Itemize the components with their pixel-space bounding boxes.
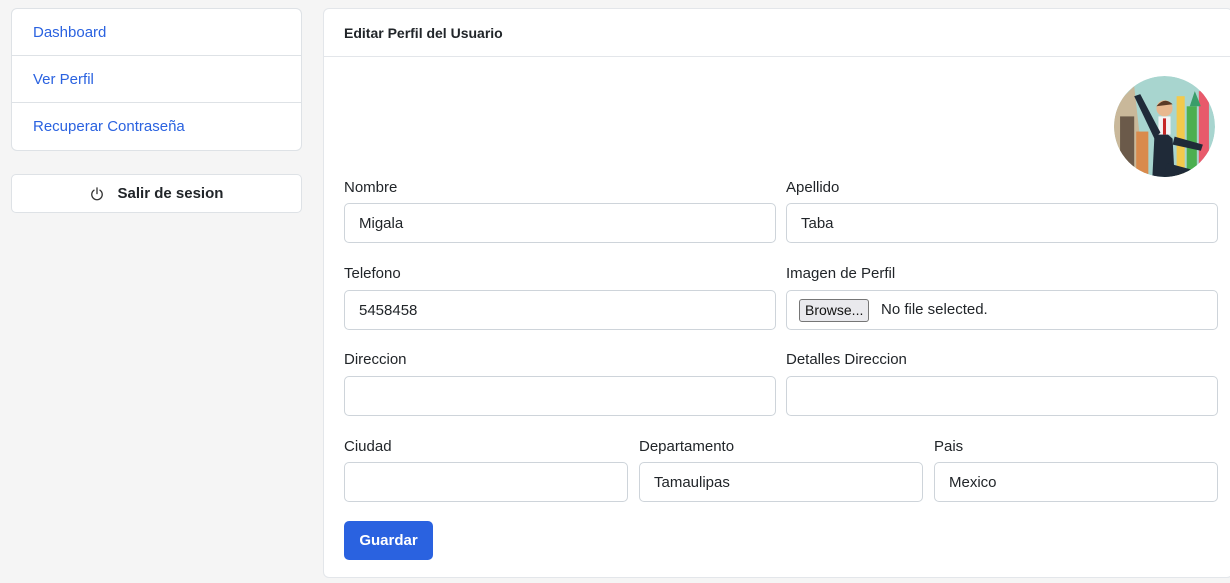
card-title: Editar Perfil del Usuario (324, 9, 1230, 57)
sidebar-item-ver-perfil[interactable]: Ver Perfil (12, 56, 301, 103)
sidebar-item-recuperar-contrasena[interactable]: Recuperar Contraseña (12, 103, 301, 150)
logout-label: Salir de sesion (117, 185, 224, 202)
telefono-input[interactable] (344, 290, 776, 330)
apellido-label: Apellido (786, 179, 840, 196)
sidebar-menu: Dashboard Ver Perfil Recuperar Contraseñ… (11, 8, 302, 151)
detalles-direccion-label: Detalles Direccion (786, 351, 907, 368)
logout-button[interactable]: Salir de sesion (11, 174, 302, 213)
imagen-perfil-label: Imagen de Perfil (786, 265, 896, 282)
apellido-input[interactable] (786, 203, 1218, 243)
detalles-direccion-input[interactable] (786, 376, 1218, 416)
direccion-input[interactable] (344, 376, 776, 416)
ciudad-label: Ciudad (344, 438, 392, 455)
save-button[interactable]: Guardar (344, 521, 433, 560)
pais-input[interactable] (934, 462, 1218, 502)
departamento-label: Departamento (639, 438, 735, 455)
browse-button[interactable]: Browse... (799, 299, 870, 322)
avatar (1114, 76, 1215, 177)
sidebar-item-dashboard[interactable]: Dashboard (12, 9, 301, 56)
nombre-input[interactable] (344, 203, 776, 243)
imagen-perfil-file-input[interactable]: Browse... No file selected. (786, 290, 1218, 330)
nombre-label: Nombre (344, 179, 398, 196)
file-status-text: No file selected. (881, 301, 988, 318)
pais-label: Pais (934, 438, 964, 455)
telefono-label: Telefono (344, 265, 401, 282)
ciudad-input[interactable] (344, 462, 628, 502)
edit-profile-card: Editar Perfil del Usuario Nombre Migala … (323, 8, 1230, 578)
departamento-input[interactable] (639, 462, 923, 502)
power-icon (90, 186, 104, 201)
direccion-label: Direccion (344, 351, 407, 368)
